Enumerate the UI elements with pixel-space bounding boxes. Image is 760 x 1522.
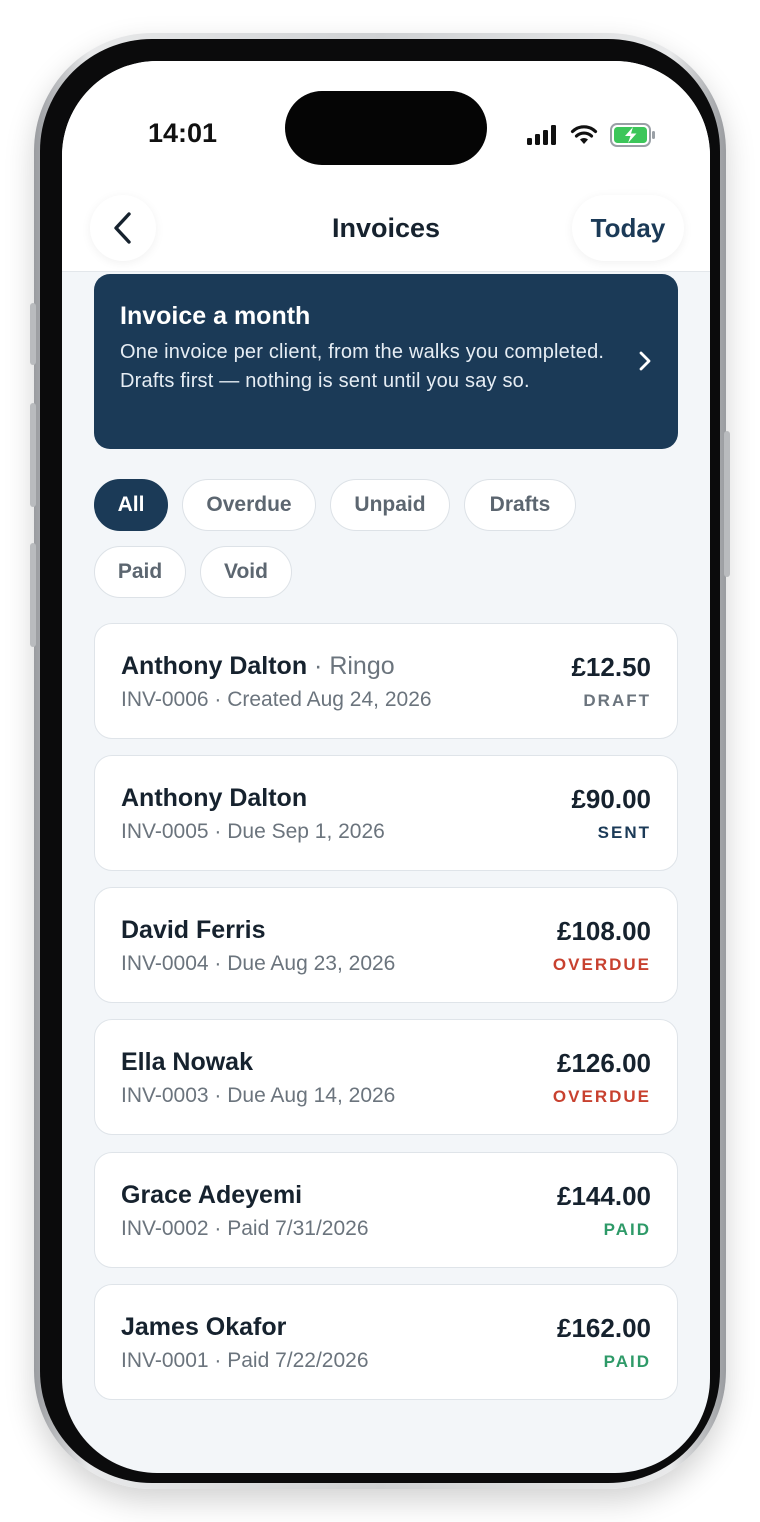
invoice-card[interactable]: Anthony Dalton INV-0005 · Due Sep 1, 202… — [94, 755, 678, 871]
dynamic-island — [285, 91, 487, 165]
invoice-status: PAID — [603, 1220, 651, 1239]
invoice-amount: £108.00 — [557, 916, 651, 946]
invoice-amount: £12.50 — [571, 652, 651, 682]
banner-text: One invoice per client, from the walks y… — [120, 341, 605, 392]
banner-title: Invoice a month — [120, 302, 311, 330]
filter-chip-all[interactable]: All — [94, 479, 168, 531]
invoice-status: OVERDUE — [552, 1087, 651, 1106]
invoice-month-banner[interactable]: Invoice a month One invoice per client, … — [94, 274, 678, 449]
invoice-status: OVERDUE — [552, 955, 651, 974]
pet-name-separator: · — [307, 652, 330, 680]
invoice-card[interactable]: Ella Nowak INV-0003 · Due Aug 14, 2026 £… — [94, 1019, 678, 1135]
screen: 14:01 Invoices Today Invoice a month One… — [62, 61, 710, 1473]
filter-chip-overdue[interactable]: Overdue — [182, 479, 316, 531]
invoice-status: DRAFT — [583, 691, 651, 710]
client-name: Grace Adeyemi — [121, 1181, 303, 1209]
navigation-bar: Invoices Today — [62, 171, 710, 272]
chevron-right-icon — [639, 351, 651, 371]
filter-chip-unpaid[interactable]: Unpaid — [330, 479, 450, 531]
invoice-meta: INV-0003 · Due Aug 14, 2026 — [121, 1084, 396, 1107]
client-name: James Okafor — [121, 1313, 287, 1341]
volume-up-button — [30, 403, 36, 507]
cellular-signal-icon — [527, 125, 556, 145]
invoice-card[interactable]: David Ferris INV-0004 · Due Aug 23, 2026… — [94, 887, 678, 1003]
client-name: Anthony Dalton — [121, 652, 308, 680]
invoice-card[interactable]: James Okafor INV-0001 · Paid 7/22/2026 £… — [94, 1284, 678, 1400]
invoice-card[interactable]: Grace Adeyemi INV-0002 · Paid 7/31/2026 … — [94, 1152, 678, 1268]
invoice-amount: £144.00 — [557, 1181, 651, 1211]
invoice-meta: INV-0001 · Paid 7/22/2026 — [121, 1349, 369, 1372]
invoice-meta: INV-0005 · Due Sep 1, 2026 — [121, 820, 385, 843]
phone-frame: 14:01 Invoices Today Invoice a month One… — [30, 33, 730, 1489]
invoice-meta: INV-0004 · Due Aug 23, 2026 — [121, 952, 396, 975]
silent-switch — [30, 303, 36, 365]
invoice-meta: INV-0006 · Created Aug 24, 2026 — [121, 688, 432, 711]
filter-chip-drafts[interactable]: Drafts — [464, 479, 576, 531]
client-name: Ella Nowak — [121, 1048, 253, 1076]
today-button[interactable]: Today — [572, 195, 684, 261]
invoice-amount: £126.00 — [557, 1048, 651, 1078]
client-name: Anthony Dalton — [121, 784, 308, 812]
client-name: David Ferris — [121, 916, 266, 944]
invoice-card[interactable]: Anthony Dalton · Ringo INV-0006 · Create… — [94, 623, 678, 739]
battery-charging-icon — [610, 123, 655, 147]
invoice-status: PAID — [603, 1352, 651, 1371]
status-time: 14:01 — [148, 118, 218, 148]
invoice-client: Anthony Dalton · Ringo — [121, 652, 395, 681]
filter-chip-void[interactable]: Void — [200, 546, 292, 598]
invoice-status: SENT — [597, 823, 651, 842]
filter-chip-paid[interactable]: Paid — [94, 546, 186, 598]
pet-name: Ringo — [329, 652, 395, 680]
power-button — [724, 431, 730, 577]
invoice-meta: INV-0002 · Paid 7/31/2026 — [121, 1217, 369, 1240]
invoice-amount: £162.00 — [557, 1313, 651, 1343]
volume-down-button — [30, 543, 36, 647]
bezel: 14:01 Invoices Today Invoice a month One… — [40, 39, 720, 1483]
invoice-amount: £90.00 — [571, 784, 651, 814]
wifi-icon — [570, 125, 598, 144]
